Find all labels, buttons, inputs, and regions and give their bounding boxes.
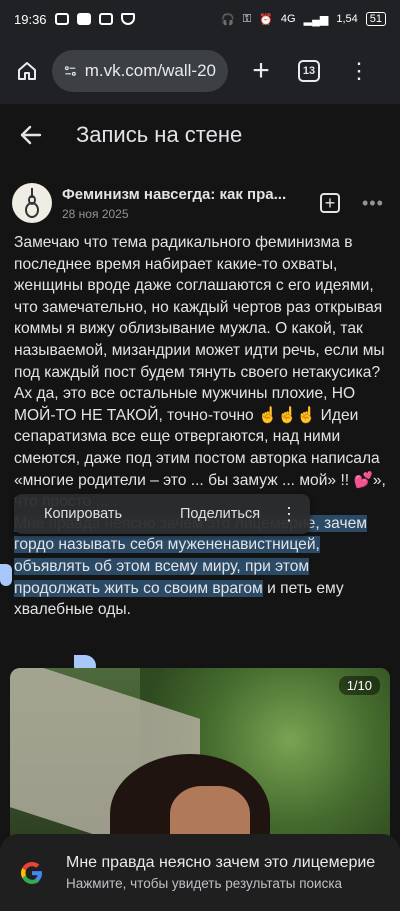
- google-logo-icon: [18, 859, 46, 887]
- group-name[interactable]: Феминизм навсегда: как пра...: [62, 186, 306, 203]
- battery-indicator: 51: [365, 12, 386, 26]
- browser-menu-button[interactable]: ⋮: [348, 60, 370, 82]
- context-more-icon[interactable]: ⋮: [280, 504, 298, 525]
- home-icon: [18, 62, 36, 80]
- post-date: 28 ноя 2025: [62, 206, 129, 221]
- status-time: 19:36: [14, 11, 47, 27]
- youtube-icon: [76, 13, 91, 25]
- share-button[interactable]: Поделиться: [164, 506, 276, 522]
- copy-button[interactable]: Копировать: [28, 506, 140, 522]
- page-header: Запись на стене: [0, 104, 400, 166]
- new-tab-button[interactable]: +: [246, 56, 276, 86]
- more-options-icon[interactable]: •••: [362, 193, 384, 214]
- page-title: Запись на стене: [76, 122, 243, 147]
- selection-context-menu: Копировать Поделиться ⋮: [14, 494, 310, 534]
- subscribe-button[interactable]: +: [320, 193, 340, 213]
- alarm-icon: ⏰: [259, 13, 273, 26]
- post-text-main: Замечаю что тема радикального феминизма …: [14, 234, 386, 510]
- google-search-bar[interactable]: Мне правда неясно зачем это лицемерие На…: [0, 834, 400, 911]
- tab-switcher-button[interactable]: 13: [298, 60, 320, 82]
- headphones-icon: 🎧: [221, 13, 235, 26]
- post-header: Феминизм навсегда: как пра... 28 ноя 202…: [12, 180, 388, 226]
- browser-toolbar: m.vk.com/wall-20 + 13 ⋮: [0, 38, 400, 104]
- photo-counter: 1/10: [338, 676, 380, 695]
- gamepad-icon: [54, 13, 69, 25]
- post-photo[interactable]: 1/10: [10, 668, 390, 848]
- mail-icon: [98, 13, 113, 25]
- post-text: Замечаю что тема радикального феминизма …: [14, 232, 388, 621]
- status-bar: 19:36 🎧 ⚿ ⏰ 4G ▂▄▆ 1,54 51: [0, 0, 400, 38]
- url-text: m.vk.com/wall-20: [84, 61, 216, 80]
- google-hint-text: Нажмите, чтобы увидеть результаты поиска: [66, 876, 343, 891]
- google-query-text: Мне правда неясно зачем это лицемерие: [66, 854, 376, 871]
- back-arrow-icon[interactable]: [20, 124, 42, 146]
- key-icon: ⚿: [242, 12, 252, 25]
- group-avatar[interactable]: [12, 183, 52, 223]
- shield-icon: [120, 13, 135, 25]
- noose-icon: [25, 188, 39, 218]
- network-label: 4G: [280, 13, 296, 25]
- signal-icon: ▂▄▆: [303, 13, 329, 26]
- address-bar[interactable]: m.vk.com/wall-20: [52, 50, 228, 92]
- home-button[interactable]: [10, 54, 44, 88]
- selection-start-handle[interactable]: [0, 564, 12, 586]
- speed-label: 1,54: [336, 13, 358, 25]
- site-settings-icon[interactable]: [64, 62, 77, 80]
